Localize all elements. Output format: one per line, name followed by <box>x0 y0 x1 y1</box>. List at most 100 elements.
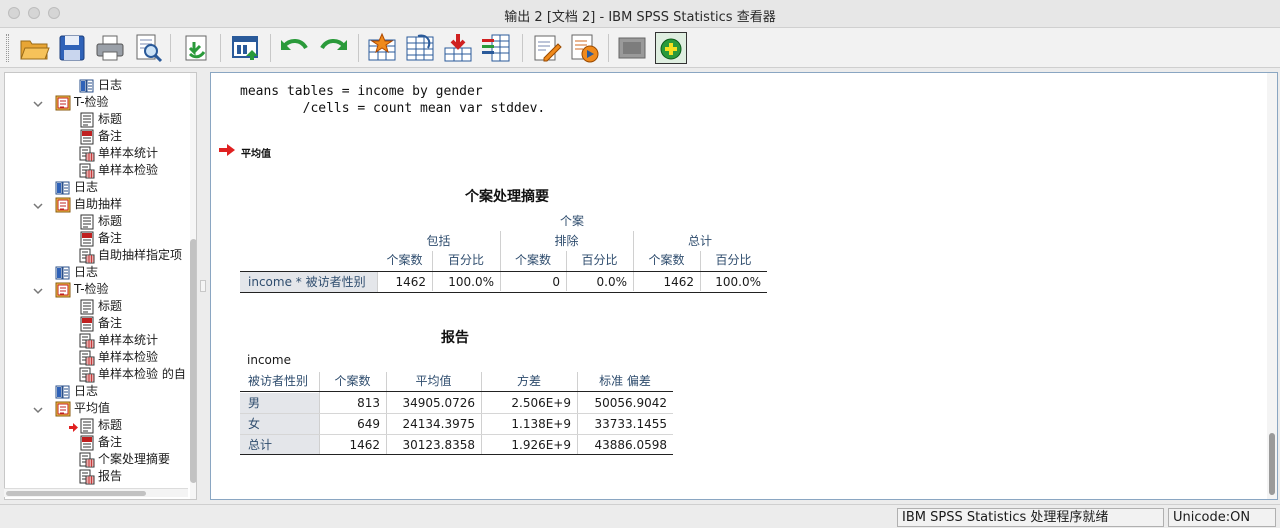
tree-item-label: 标题 <box>98 299 123 313</box>
goto-case-icon[interactable] <box>404 32 436 64</box>
tree-item[interactable]: 标题 <box>79 417 122 434</box>
toolbar <box>0 28 1280 68</box>
outline-horizontal-scrollbar[interactable] <box>4 488 188 497</box>
report-column-header: 平均值 <box>415 374 452 388</box>
outline-vertical-scrollbar[interactable] <box>190 73 196 499</box>
tree-item-label: 标题 <box>98 112 123 126</box>
report-value-cell: 813 <box>357 396 380 410</box>
open-icon[interactable] <box>18 32 50 64</box>
tree-item-label: T-检验 <box>74 95 109 109</box>
case-value-cell: 1462 <box>663 275 694 289</box>
toolbar-grip[interactable] <box>6 34 9 62</box>
report-value-cell: 50056.9042 <box>594 396 667 410</box>
tree-item-label: 备注 <box>98 231 123 245</box>
goto-variable-icon[interactable] <box>442 32 474 64</box>
tree-item[interactable]: 单样本检验 <box>79 162 158 179</box>
report-column-header: 被访者性别 <box>248 374 309 388</box>
print-preview-icon[interactable] <box>132 32 164 64</box>
tree-item[interactable]: 单样本统计 <box>79 145 158 162</box>
tree-item-label: 单样本统计 <box>98 146 159 160</box>
procedure-icon <box>55 401 71 417</box>
tree-item[interactable]: 报告 <box>79 468 122 485</box>
title-bar: 输出 2 [文档 2] - IBM SPSS Statistics 查看器 <box>0 0 1280 28</box>
table-icon <box>79 248 95 264</box>
tree-item[interactable]: 自助抽样指定项 <box>79 247 182 264</box>
tree-item[interactable]: 单样本检验 的自 <box>79 366 186 383</box>
case-subcol-header: 个案数 <box>648 253 685 267</box>
content-vertical-scrollbar[interactable] <box>1267 73 1277 499</box>
tree-item-label: 日志 <box>74 180 99 194</box>
title-icon <box>79 418 95 434</box>
tree-item[interactable]: 标题 <box>79 111 122 128</box>
designate-window-icon[interactable] <box>530 32 562 64</box>
tree-item[interactable]: T-检验 <box>55 94 109 111</box>
notes-icon <box>79 435 95 451</box>
tree-item[interactable]: 个案处理摘要 <box>79 451 170 468</box>
tree-expand-chevron-icon[interactable] <box>33 285 43 295</box>
log-icon <box>55 180 71 196</box>
table-icon <box>79 146 95 162</box>
show-all-icon[interactable] <box>616 32 648 64</box>
tree-item[interactable]: 日志 <box>55 264 98 281</box>
tree-item[interactable]: 日志 <box>55 383 98 400</box>
report-value-cell: 33733.1455 <box>594 417 667 431</box>
tree-item-label: 日志 <box>74 384 99 398</box>
tree-item-label: 报告 <box>98 469 123 483</box>
tree-item[interactable]: 备注 <box>79 128 122 145</box>
pane-splitter[interactable] <box>198 72 208 500</box>
tree-item[interactable]: 平均值 <box>55 400 110 417</box>
notes-icon <box>79 231 95 247</box>
notes-icon <box>79 316 95 332</box>
log-icon <box>55 265 71 281</box>
insert-output-icon[interactable] <box>655 32 687 64</box>
tree-item-label: 个案处理摘要 <box>98 452 171 466</box>
header-rule <box>240 391 673 392</box>
case-value-cell: 100.0% <box>448 275 494 289</box>
undo-icon[interactable] <box>278 32 310 64</box>
report-dependent-label: income <box>247 353 291 367</box>
save-icon[interactable] <box>56 32 88 64</box>
tree-item[interactable]: 备注 <box>79 230 122 247</box>
export-icon[interactable] <box>180 32 212 64</box>
recall-dialog-icon[interactable] <box>230 32 262 64</box>
tree-item[interactable]: 标题 <box>79 298 122 315</box>
tree-expand-chevron-icon[interactable] <box>33 404 43 414</box>
title-icon <box>79 112 95 128</box>
tree-item[interactable]: 备注 <box>79 315 122 332</box>
output-content-pane: means tables = income by gender /cells =… <box>210 72 1278 500</box>
print-icon[interactable] <box>94 32 126 64</box>
tree-item[interactable]: 日志 <box>79 77 122 94</box>
case-row-label: income * 被访者性别 <box>248 275 366 289</box>
case-subcol-header: 个案数 <box>514 253 551 267</box>
tree-item-label: 单样本检验 <box>98 350 159 364</box>
table-icon <box>79 333 95 349</box>
report-value-cell: 24134.3975 <box>402 417 475 431</box>
report-row-label: 总计 <box>248 438 273 452</box>
case-summary-title[interactable]: 个案处理摘要 <box>447 186 567 206</box>
tree-item[interactable]: T-检验 <box>55 281 109 298</box>
table-icon <box>79 163 95 179</box>
report-title[interactable]: 报告 <box>425 327 485 347</box>
tree-expand-chevron-icon[interactable] <box>33 200 43 210</box>
outline-vertical-scroll-thumb[interactable] <box>190 239 196 483</box>
case-value-cell: 1462 <box>395 275 426 289</box>
redo-icon[interactable] <box>318 32 350 64</box>
run-script-icon[interactable] <box>568 32 600 64</box>
title-icon <box>79 299 95 315</box>
tree-item-label: 标题 <box>98 214 123 228</box>
tree-item[interactable]: 备注 <box>79 434 122 451</box>
tree-expand-chevron-icon[interactable] <box>33 98 43 108</box>
tree-item[interactable]: 单样本统计 <box>79 332 158 349</box>
tree-item[interactable]: 单样本检验 <box>79 349 158 366</box>
tree-item[interactable]: 标题 <box>79 213 122 230</box>
outline-horizontal-scroll-thumb[interactable] <box>6 491 146 496</box>
tree-item[interactable]: 自助抽样 <box>55 196 122 213</box>
content-vertical-scroll-thumb[interactable] <box>1269 433 1275 495</box>
variables-icon[interactable] <box>480 32 512 64</box>
tree-item[interactable]: 日志 <box>55 179 98 196</box>
log-icon <box>79 78 95 94</box>
report-value-cell: 1.138E+9 <box>511 417 571 431</box>
case-subcol-header: 百分比 <box>581 253 618 267</box>
goto-data-icon[interactable] <box>366 32 398 64</box>
case-group-header: 总计 <box>687 234 712 248</box>
